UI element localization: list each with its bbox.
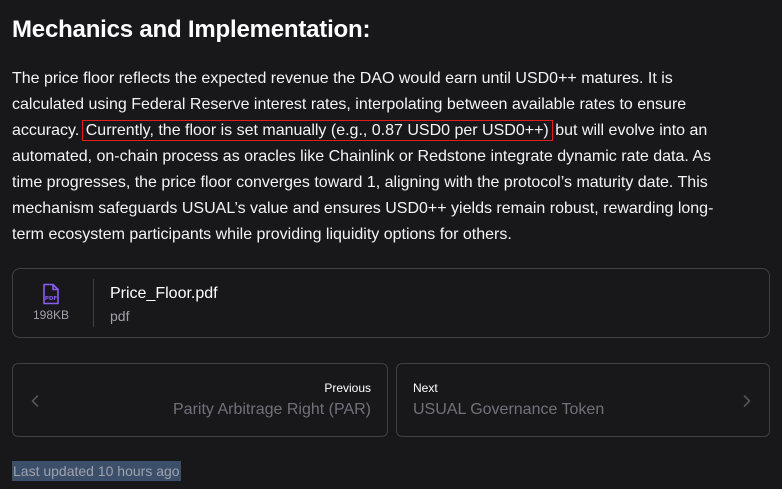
paragraph-line: automated, on-chain process as oracles l… xyxy=(12,148,712,165)
highlighted-text: Currently, the floor is set manually (e.… xyxy=(81,120,553,141)
next-page-link[interactable]: Next USUAL Governance Token xyxy=(396,363,770,437)
next-page-title: USUAL Governance Token xyxy=(413,401,605,418)
attachment-filetype: pdf xyxy=(110,308,130,324)
last-updated-text: Last updated 10 hours ago xyxy=(12,461,181,481)
paragraph-line: The price floor reflects the expected re… xyxy=(12,70,673,87)
chevron-right-icon xyxy=(743,395,751,407)
previous-page-link[interactable]: Previous Parity Arbitrage Right (PAR) xyxy=(12,363,388,437)
paragraph-line: accuracy. Currently, the floor is set ma… xyxy=(12,118,772,144)
file-attachment-card[interactable]: PDF 198KB Price_Floor.pdf pdf xyxy=(12,268,770,338)
paragraph-line: calculated using Federal Reserve interes… xyxy=(12,96,687,113)
paragraph-text: but will evolve into an xyxy=(555,122,708,139)
paragraph-line: term ecosystem participants while provid… xyxy=(12,226,512,243)
previous-label: Previous xyxy=(324,381,371,395)
paragraph-text: accuracy. xyxy=(12,122,80,139)
next-label: Next xyxy=(413,381,438,395)
attachment-filename: Price_Floor.pdf xyxy=(110,285,218,302)
section-heading: Mechanics and Implementation: xyxy=(12,16,371,43)
chevron-left-icon xyxy=(31,395,39,407)
previous-page-title: Parity Arbitrage Right (PAR) xyxy=(173,401,371,418)
paragraph-line: mechanism safeguards USUAL’s value and e… xyxy=(12,200,714,217)
svg-text:PDF: PDF xyxy=(45,296,58,302)
attachment-size: 198KB xyxy=(32,308,70,322)
section-paragraph: The price floor reflects the expected re… xyxy=(12,66,772,248)
attachment-icon-block: PDF 198KB xyxy=(29,283,73,322)
page: Mechanics and Implementation: The price … xyxy=(0,0,782,489)
paragraph-line: time progresses, the price floor converg… xyxy=(12,174,708,191)
divider xyxy=(93,279,94,327)
pdf-file-icon: PDF xyxy=(43,283,59,305)
